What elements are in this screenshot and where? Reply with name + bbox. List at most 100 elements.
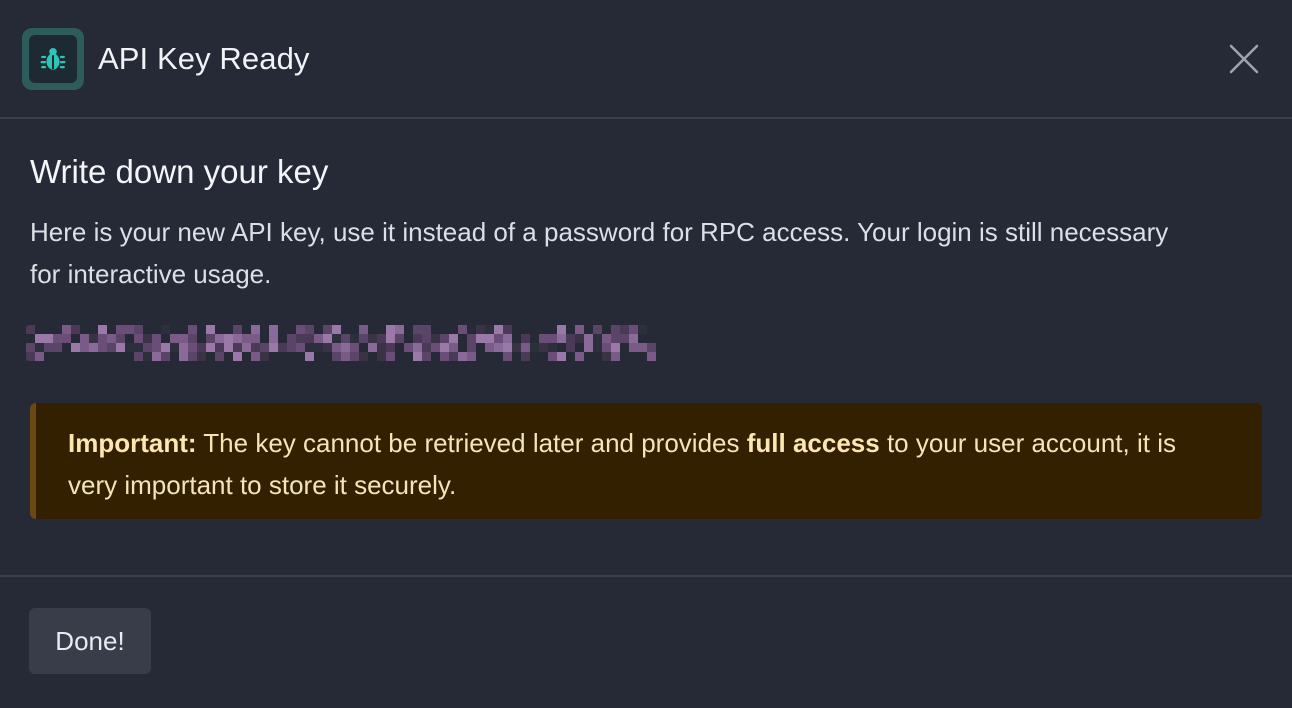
redaction-pixel [647, 352, 656, 361]
redaction-pixel [62, 352, 71, 361]
redaction-pixel [188, 325, 197, 334]
redaction-pixel [80, 352, 89, 361]
redaction-pixel [404, 343, 413, 352]
redaction-pixel [350, 343, 359, 352]
redaction-pixel [395, 343, 404, 352]
redaction-pixel [458, 334, 467, 343]
redaction-pixel [539, 352, 548, 361]
redaction-pixel [116, 325, 125, 334]
redaction-pixel [350, 325, 359, 334]
redaction-pixel [269, 334, 278, 343]
redaction-pixel [629, 325, 638, 334]
api-key-value[interactable]: ████████████████████████████████████████… [26, 325, 660, 361]
redaction-pixel [89, 343, 98, 352]
redaction-pixel [404, 352, 413, 361]
redaction-pixel [404, 325, 413, 334]
redaction-pixel [386, 343, 395, 352]
redaction-pixel [368, 334, 377, 343]
redaction-pixel [359, 334, 368, 343]
redaction-pixel [305, 352, 314, 361]
redaction-pixel [413, 325, 422, 334]
redaction-pixel [359, 325, 368, 334]
redaction-pixel [80, 325, 89, 334]
redaction-pixel [224, 334, 233, 343]
redaction-pixel [395, 352, 404, 361]
done-button[interactable]: Done! [29, 608, 151, 674]
redaction-pixel [431, 334, 440, 343]
redaction-pixel [539, 343, 548, 352]
redaction-pixel [494, 334, 503, 343]
redaction-pixel [476, 352, 485, 361]
redaction-pixel [242, 343, 251, 352]
redaction-pixel [377, 325, 386, 334]
redaction-pixel [215, 334, 224, 343]
redaction-pixel [242, 325, 251, 334]
close-button[interactable] [1224, 39, 1264, 79]
redaction-pixel [566, 325, 575, 334]
redaction-pixel [458, 352, 467, 361]
redaction-pixel [575, 352, 584, 361]
redaction-pixel [251, 352, 260, 361]
redaction-pixel [35, 325, 44, 334]
redaction-pixel [278, 334, 287, 343]
redaction-pixel [125, 343, 134, 352]
redaction-pixel [107, 325, 116, 334]
redaction-pixel [233, 334, 242, 343]
warning-text-before: The key cannot be retrieved later and pr… [196, 428, 747, 458]
bug-icon-glyph [40, 47, 66, 70]
redaction-pixel [512, 334, 521, 343]
redaction-pixel [548, 343, 557, 352]
redaction-pixel [332, 343, 341, 352]
redaction-pixel [377, 334, 386, 343]
redaction-pixel [89, 334, 98, 343]
redaction-pixel [575, 334, 584, 343]
redaction-pixel [611, 352, 620, 361]
redaction-pixel [467, 352, 476, 361]
redaction-pixel [62, 343, 71, 352]
redaction-pixel [521, 334, 530, 343]
redaction-pixel [260, 325, 269, 334]
redaction-pixel [467, 334, 476, 343]
redaction-pixel [494, 343, 503, 352]
redaction-pixel [566, 352, 575, 361]
redaction-pixel [125, 334, 134, 343]
redaction-pixel [206, 334, 215, 343]
redaction-pixel [188, 352, 197, 361]
redaction-pixel [35, 334, 44, 343]
dialog-footer: Done! [0, 577, 1292, 705]
redaction-pixel [404, 334, 413, 343]
dialog-title: API Key Ready [98, 40, 310, 76]
redaction-pixel [584, 352, 593, 361]
warning-callout: Important: The key cannot be retrieved l… [30, 403, 1262, 519]
redaction-pixel [134, 334, 143, 343]
redaction-pixel [377, 343, 386, 352]
redaction-pixel [107, 352, 116, 361]
redaction-pixel [89, 325, 98, 334]
redaction-pixel [323, 343, 332, 352]
redaction-pixel [602, 343, 611, 352]
redaction-pixel [422, 352, 431, 361]
redaction-pixel [143, 334, 152, 343]
redaction-pixel [512, 325, 521, 334]
redaction-pixel [638, 334, 647, 343]
redaction-pixel [476, 343, 485, 352]
redaction-pixel [314, 325, 323, 334]
redaction-pixel [44, 334, 53, 343]
redaction-pixel [152, 334, 161, 343]
redaction-pixel [260, 343, 269, 352]
redaction-pixel [449, 343, 458, 352]
redaction-pixel [440, 343, 449, 352]
redaction-pixel [620, 325, 629, 334]
redaction-pixel [251, 343, 260, 352]
redaction-pixel [395, 325, 404, 334]
redaction-pixel [134, 352, 143, 361]
redaction-pixel [269, 325, 278, 334]
redaction-pixel [584, 343, 593, 352]
redaction-pixel [233, 343, 242, 352]
redaction-pixel [539, 325, 548, 334]
redaction-pixel [629, 343, 638, 352]
warning-prefix: Important: [68, 428, 197, 458]
redaction-pixel [566, 343, 575, 352]
redaction-pixel [296, 343, 305, 352]
redaction-pixel [521, 325, 530, 334]
